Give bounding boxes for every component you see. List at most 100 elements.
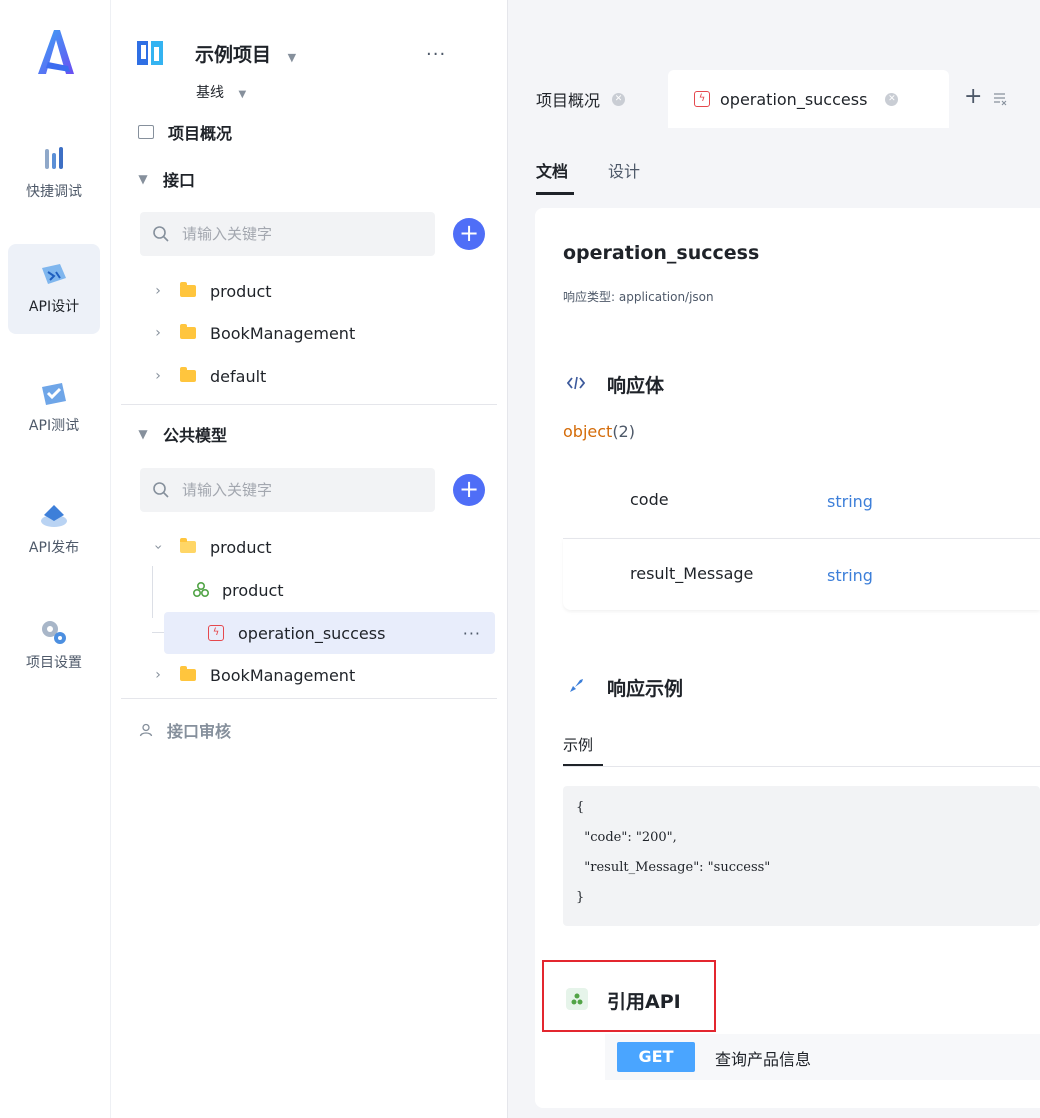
chevron-right-icon: ›	[155, 667, 161, 683]
project-name: 示例项目	[195, 44, 272, 66]
model-icon	[192, 581, 210, 598]
body-type-label: object	[563, 422, 613, 441]
add-tab-button[interactable]: +	[964, 84, 982, 109]
add-model-button[interactable]: +	[453, 474, 485, 506]
folder-label: product	[210, 281, 272, 301]
sidebar-item-label: 项目概况	[168, 124, 233, 143]
folder-label: BookManagement	[210, 665, 356, 685]
app-logo[interactable]	[34, 26, 78, 78]
caret-down-icon: ▼	[238, 89, 247, 100]
tree-folder-open[interactable]: › product	[121, 528, 497, 566]
folder-icon	[180, 666, 196, 681]
chevron-right-icon: ›	[155, 368, 161, 384]
api-design-icon	[42, 264, 66, 284]
model-label: operation_success	[238, 623, 386, 643]
tab-label: 项目概况	[536, 91, 601, 110]
rail-item-api-design[interactable]: API设计	[8, 244, 100, 334]
section-interfaces[interactable]: ▼ 接口	[121, 160, 497, 198]
folder-open-icon	[180, 538, 196, 553]
api-name: 查询产品信息	[715, 1050, 812, 1069]
section-title: 接口	[163, 171, 196, 190]
doc-title: operation_success	[563, 242, 760, 264]
divider	[121, 404, 497, 405]
field-row: result_Message string	[563, 538, 1040, 610]
rail-label: 快捷调试	[26, 184, 82, 200]
quick-debug-icon	[45, 147, 63, 169]
models-search[interactable]	[140, 468, 435, 512]
folder-label: BookManagement	[210, 323, 356, 343]
section-public-models[interactable]: ▼ 公共模型	[121, 415, 497, 453]
folder-label: product	[210, 537, 272, 557]
tree-folder[interactable]: › product	[121, 272, 497, 310]
doc-subtabs: 文档 设计	[508, 130, 1040, 200]
subtab-doc[interactable]: 文档	[536, 158, 568, 182]
active-tab-indicator	[536, 192, 574, 195]
field-name: result_Message	[630, 564, 754, 583]
chevron-right-icon: ›	[155, 283, 161, 299]
folder-icon	[180, 367, 196, 382]
search-input[interactable]	[180, 480, 414, 500]
rail-item-project-settings[interactable]: 项目设置	[8, 600, 100, 690]
row-more-button[interactable]: ···	[463, 624, 481, 643]
body-count: (2)	[612, 422, 635, 441]
folder-icon	[180, 282, 196, 297]
rocket-icon	[565, 675, 587, 697]
doc-card: operation_success 响应类型: application/json…	[535, 208, 1040, 1108]
response-icon: ϟ	[694, 91, 710, 107]
code-line: {	[576, 800, 585, 815]
close-all-tabs-icon[interactable]	[993, 92, 1007, 110]
tree-model-item[interactable]: product	[121, 571, 497, 609]
model-icon	[566, 988, 588, 1010]
example-code-block: { "code": "200", "result_Message": "succ…	[563, 786, 1040, 926]
rail-label: API设计	[28, 299, 80, 315]
rail-item-quick-debug[interactable]: 快捷调试	[8, 128, 100, 218]
close-icon[interactable]: ✕	[612, 92, 626, 106]
divider	[121, 698, 497, 699]
tab-overview[interactable]: 项目概况 ✕	[536, 70, 626, 128]
sidebar-item-review[interactable]: 接口审核	[121, 711, 497, 749]
tab-bar: 项目概况 ✕ ϟ operation_success ✕ +	[508, 70, 1040, 128]
section-title: 引用API	[607, 991, 681, 1013]
branch-selector[interactable]: 基线 ▼	[196, 82, 246, 102]
search-input[interactable]	[180, 224, 414, 244]
project-more-button[interactable]: ···	[426, 44, 446, 65]
tree-folder[interactable]: › BookManagement	[121, 314, 497, 352]
tree-folder[interactable]: › default	[121, 357, 497, 395]
interfaces-search[interactable]	[140, 212, 435, 256]
close-icon[interactable]: ✕	[885, 92, 899, 106]
code-line: "code": "200",	[576, 830, 677, 845]
tree-model-item-selected[interactable]: ϟ operation_success ···	[164, 612, 495, 654]
caret-down-icon: ▼	[138, 427, 148, 441]
project-logo-icon	[135, 38, 165, 68]
user-icon	[139, 723, 153, 737]
nav-rail: 快捷调试 API设计 API测试 API发布 项目设置	[0, 0, 111, 1118]
chevron-right-icon: ›	[155, 325, 161, 341]
referenced-api-row[interactable]: GET 查询产品信息	[605, 1034, 1040, 1080]
overview-icon	[138, 125, 154, 139]
subtab-design[interactable]: 设计	[608, 158, 640, 182]
field-name: code	[630, 490, 669, 509]
code-line: }	[576, 890, 585, 905]
method-badge: GET	[617, 1042, 695, 1072]
project-settings-icon	[42, 621, 66, 644]
response-icon: ϟ	[208, 625, 224, 641]
rail-item-api-publish[interactable]: API发布	[8, 484, 100, 574]
tree-folder[interactable]: › BookManagement	[121, 656, 497, 694]
divider	[563, 766, 1040, 767]
body-type: object(2)	[563, 422, 635, 441]
tab-label: operation_success	[720, 89, 868, 109]
caret-down-icon: ▼	[138, 172, 148, 186]
code-icon	[565, 372, 587, 394]
sidebar-item-overview[interactable]: 项目概况	[121, 113, 497, 151]
tree-guide-line	[152, 632, 164, 633]
example-tab[interactable]: 示例	[563, 734, 593, 755]
tab-operation-success[interactable]: ϟ operation_success ✕	[668, 70, 949, 128]
section-title: 响应体	[607, 375, 665, 397]
rail-item-api-test[interactable]: API测试	[8, 362, 100, 452]
add-interface-button[interactable]: +	[453, 218, 485, 250]
field-row: code string	[563, 464, 1040, 539]
api-test-icon	[42, 383, 66, 405]
response-type: 响应类型: application/json	[563, 290, 714, 304]
project-selector[interactable]: 示例项目 ▼	[195, 40, 296, 67]
search-icon	[153, 482, 169, 498]
